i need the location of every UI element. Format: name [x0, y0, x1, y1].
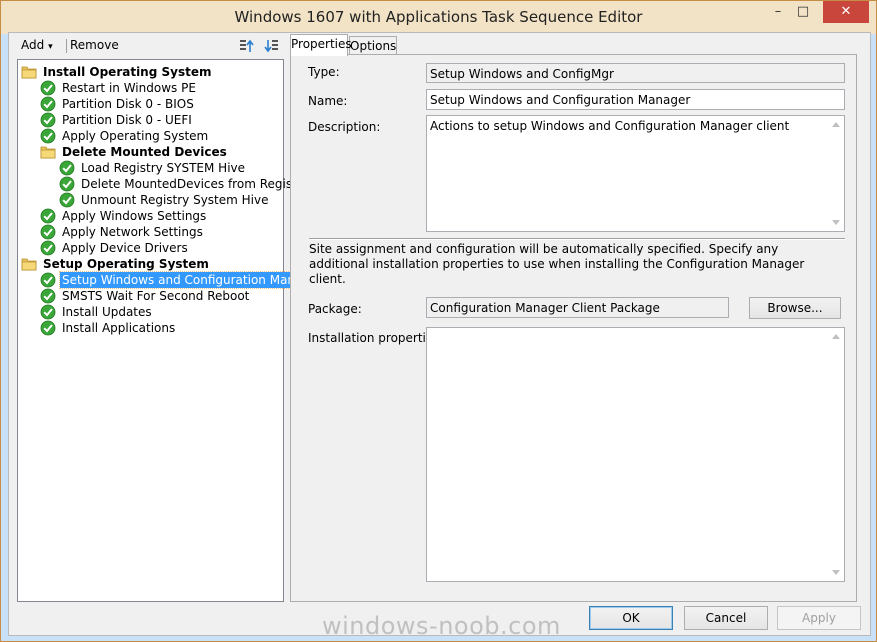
package-label: Package: [308, 302, 362, 316]
scroll-down-icon[interactable] [832, 220, 840, 225]
description-textarea[interactable]: Actions to setup Windows and Configurati… [426, 115, 845, 232]
scroll-down-icon[interactable] [832, 570, 840, 575]
add-label: Add [21, 38, 45, 52]
tree-node-label: Partition Disk 0 - UEFI [62, 113, 192, 127]
tree-node-label: Partition Disk 0 - BIOS [62, 97, 194, 111]
tree-node-label: Apply Operating System [62, 129, 209, 143]
installation-properties-scrollbar[interactable] [828, 328, 844, 581]
tree-node-label: SMSTS Wait For Second Reboot [62, 289, 250, 303]
check-icon [40, 80, 56, 96]
folder-icon [21, 66, 37, 79]
tree-toolbar: Add ▾ Remove [13, 35, 285, 57]
tree-node-label: Restart in Windows PE [62, 81, 196, 95]
client-area: Add ▾ Remove Install Operating System Res… [8, 32, 871, 636]
section-divider [309, 238, 845, 240]
tree-node-label: Setup Windows and Configuration Manager [58, 271, 326, 289]
tree-node-label: Unmount Registry System Hive [81, 193, 269, 207]
tab-properties[interactable]: Properties [290, 34, 352, 56]
description-label: Description: [308, 120, 381, 134]
tree-node-label: Apply Device Drivers [62, 241, 188, 255]
editor-window: Windows 1607 with Applications Task Sequ… [0, 0, 877, 642]
tab-options[interactable]: Options [349, 36, 397, 56]
move-up-icon[interactable] [239, 38, 255, 54]
tree-node-label: Apply Windows Settings [62, 209, 207, 223]
check-icon [59, 176, 75, 192]
tree-node-label: Load Registry SYSTEM Hive [81, 161, 246, 175]
installation-properties-textarea[interactable] [426, 327, 845, 582]
add-menu-button[interactable]: Add ▾ [21, 38, 53, 52]
folder-icon [21, 258, 37, 271]
check-icon [40, 240, 56, 256]
name-label: Name: [308, 94, 348, 108]
check-icon [40, 128, 56, 144]
check-icon [40, 96, 56, 112]
check-icon [40, 224, 56, 240]
check-icon [40, 304, 56, 320]
check-icon [40, 112, 56, 128]
installation-properties-label: Installation properties: [308, 331, 444, 345]
toolbar-separator [66, 39, 67, 53]
title-bar[interactable]: Windows 1607 with Applications Task Sequ… [1, 1, 876, 34]
package-field: Configuration Manager Client Package [426, 297, 729, 318]
minimize-button[interactable]: – [766, 1, 790, 23]
check-icon [40, 272, 56, 288]
cancel-button[interactable]: Cancel [684, 606, 768, 630]
check-icon [40, 320, 56, 336]
dropdown-arrow-icon: ▾ [48, 42, 53, 52]
check-icon [40, 288, 56, 304]
tree-node-label: Setup Operating System [43, 257, 209, 271]
properties-panel: Type: Setup Windows and ConfigMgr Name: … [290, 54, 857, 602]
browse-button[interactable]: Browse... [749, 297, 841, 319]
scroll-up-icon[interactable] [832, 334, 840, 339]
check-icon [59, 192, 75, 208]
name-input[interactable]: Setup Windows and Configuration Manager [426, 89, 845, 110]
remove-button[interactable]: Remove [70, 38, 119, 52]
window-title: Windows 1607 with Applications Task Sequ… [234, 8, 643, 26]
apply-button[interactable]: Apply [777, 606, 861, 630]
description-scrollbar[interactable] [828, 116, 844, 231]
tree-node-label: Apply Network Settings [62, 225, 203, 239]
watermark-text: windows-noob.com [322, 612, 561, 640]
type-label: Type: [308, 65, 340, 79]
tree-node-label: Install Operating System [43, 65, 212, 79]
folder-icon [40, 146, 56, 159]
tree-node-label: Install Updates [62, 305, 152, 319]
task-sequence-tree[interactable]: Install Operating System Restart in Windo… [17, 59, 326, 602]
check-icon [59, 160, 75, 176]
tree-node-label: Delete MountedDevices from Registry [81, 177, 309, 191]
tree-node-label: Install Applications [62, 321, 176, 335]
maximize-button[interactable]: □ [791, 1, 815, 23]
ok-button[interactable]: OK [589, 606, 673, 630]
description-text: Actions to setup Windows and Configurati… [430, 119, 790, 133]
type-field: Setup Windows and ConfigMgr [426, 63, 845, 83]
close-button[interactable]: ✕ [823, 1, 869, 23]
scroll-up-icon[interactable] [832, 122, 840, 127]
move-down-icon[interactable] [263, 38, 279, 54]
site-assignment-info: Site assignment and configuration will b… [309, 242, 805, 286]
tree-node-label: Delete Mounted Devices [62, 145, 227, 159]
check-icon [40, 208, 56, 224]
